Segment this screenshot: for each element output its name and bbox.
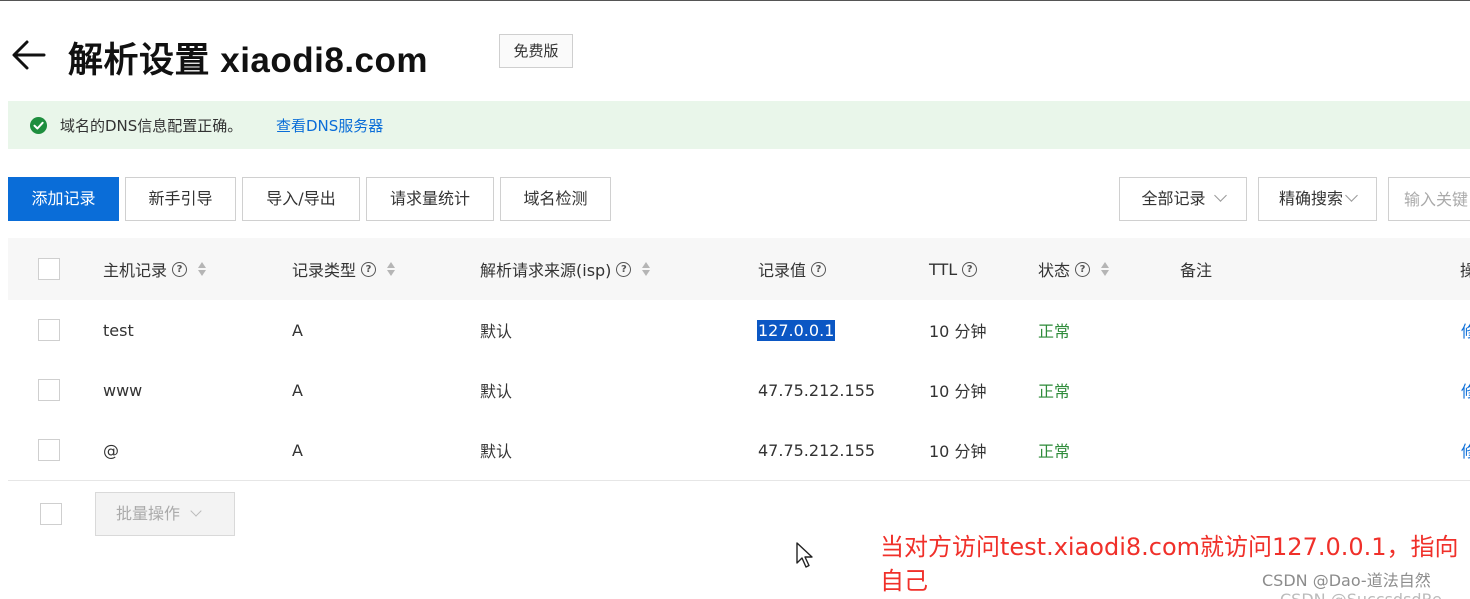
host-cell: @ xyxy=(103,440,119,460)
table-row: @ A 默认 47.75.212.155 10 分钟 正常 修 xyxy=(8,420,1470,481)
plan-badge: 免费版 xyxy=(499,34,573,68)
all-records-dropdown[interactable]: 全部记录 xyxy=(1119,177,1247,221)
view-dns-servers-link[interactable]: 查看DNS服务器 xyxy=(276,115,383,136)
sort-icon[interactable] xyxy=(386,261,396,277)
selected-value-text: 127.0.0.1 xyxy=(757,319,836,341)
all-records-label: 全部记录 xyxy=(1141,189,1206,208)
value-cell: 127.0.0.1 xyxy=(757,300,836,360)
host-cell: test xyxy=(103,320,134,340)
type-cell: A xyxy=(292,380,303,400)
status-cell: 正常 xyxy=(1038,382,1071,401)
import-export-button[interactable]: 导入/导出 xyxy=(242,177,360,221)
exact-search-label: 精确搜索 xyxy=(1278,189,1343,208)
mouse-cursor-icon xyxy=(796,542,813,568)
row-checkbox[interactable] xyxy=(38,319,60,341)
batch-select-checkbox[interactable] xyxy=(40,503,62,525)
ttl-cell: 10 分钟 xyxy=(929,442,987,461)
column-type-label: 记录类型 xyxy=(292,261,357,280)
column-host-label: 主机记录 xyxy=(103,261,168,280)
table-row: test A 默认 127.0.0.1 10 分钟 正常 修 xyxy=(8,300,1470,361)
sort-icon[interactable] xyxy=(641,261,651,277)
page-title: 解析设置 xiaodi8.com xyxy=(68,41,429,80)
status-cell: 正常 xyxy=(1038,322,1071,341)
status-cell: 正常 xyxy=(1038,442,1071,461)
edit-link[interactable]: 修 xyxy=(1461,360,1470,420)
column-action: 操 xyxy=(1460,261,1470,280)
row-checkbox[interactable] xyxy=(38,379,60,401)
column-status[interactable]: 状态 ? xyxy=(1038,238,1110,300)
column-status-label: 状态 xyxy=(1038,261,1071,280)
check-circle-icon xyxy=(30,117,47,134)
window-top-border xyxy=(0,0,1470,1)
column-type[interactable]: 记录类型 ? xyxy=(292,238,396,300)
isp-cell: 默认 xyxy=(480,382,513,401)
row-checkbox[interactable] xyxy=(38,439,60,461)
chevron-down-icon xyxy=(190,505,202,517)
table-row: www A 默认 47.75.212.155 10 分钟 正常 修 xyxy=(8,360,1470,421)
ttl-cell: 10 分钟 xyxy=(929,322,987,341)
request-stats-button[interactable]: 请求量统计 xyxy=(366,177,494,221)
notice-text: 域名的DNS信息配置正确。 xyxy=(60,117,243,135)
watermark: CSDN @Dao-道法自然 xyxy=(1262,571,1431,590)
search-input[interactable] xyxy=(1388,177,1470,221)
value-cell: 47.75.212.155 xyxy=(758,440,876,460)
isp-cell: 默认 xyxy=(480,322,513,341)
column-ttl-label: TTL xyxy=(929,259,958,279)
help-icon[interactable]: ? xyxy=(1075,261,1091,277)
help-icon[interactable]: ? xyxy=(616,261,632,277)
help-icon[interactable]: ? xyxy=(811,261,827,277)
column-isp-label: 解析请求来源(isp) xyxy=(480,261,612,280)
exact-search-dropdown[interactable]: 精确搜索 xyxy=(1258,177,1377,221)
help-icon[interactable]: ? xyxy=(172,261,188,277)
column-remark: 备注 xyxy=(1180,261,1213,280)
batch-operation-label: 批量操作 xyxy=(116,504,181,523)
column-value-label: 记录值 xyxy=(758,261,807,280)
table-header-row: 主机记录 ? 记录类型 ? 解析请求来源(isp) ? 记录值 ? TTL ? … xyxy=(8,238,1470,301)
edit-link[interactable]: 修 xyxy=(1461,420,1470,480)
column-value: 记录值 ? xyxy=(758,238,827,300)
watermark-secondary: CSDN @SuccsdsdRe xyxy=(1280,590,1442,599)
column-host[interactable]: 主机记录 ? xyxy=(103,238,207,300)
help-icon[interactable]: ? xyxy=(962,261,978,277)
host-cell: www xyxy=(103,380,143,400)
value-cell: 47.75.212.155 xyxy=(758,380,876,400)
isp-cell: 默认 xyxy=(480,442,513,461)
sort-icon[interactable] xyxy=(197,261,207,277)
domain-check-button[interactable]: 域名检测 xyxy=(500,177,611,221)
select-all-checkbox[interactable] xyxy=(38,258,60,280)
dns-status-notice: 域名的DNS信息配置正确。 查看DNS服务器 xyxy=(8,101,1470,149)
chevron-down-icon xyxy=(1213,189,1227,202)
column-ttl: TTL ? xyxy=(929,238,978,300)
column-isp[interactable]: 解析请求来源(isp) ? xyxy=(480,238,651,300)
back-arrow-icon[interactable] xyxy=(10,36,48,74)
help-icon[interactable]: ? xyxy=(361,261,377,277)
type-cell: A xyxy=(292,320,303,340)
beginner-guide-button[interactable]: 新手引导 xyxy=(125,177,236,221)
page-header: 解析设置 xiaodi8.com 免费版 xyxy=(0,20,1470,86)
sort-icon[interactable] xyxy=(1100,261,1110,277)
add-record-button[interactable]: 添加记录 xyxy=(8,177,119,221)
edit-link[interactable]: 修 xyxy=(1461,300,1470,360)
type-cell: A xyxy=(292,440,303,460)
chevron-down-icon xyxy=(1345,189,1358,202)
ttl-cell: 10 分钟 xyxy=(929,382,987,401)
batch-operation-dropdown[interactable]: 批量操作 xyxy=(95,492,235,536)
